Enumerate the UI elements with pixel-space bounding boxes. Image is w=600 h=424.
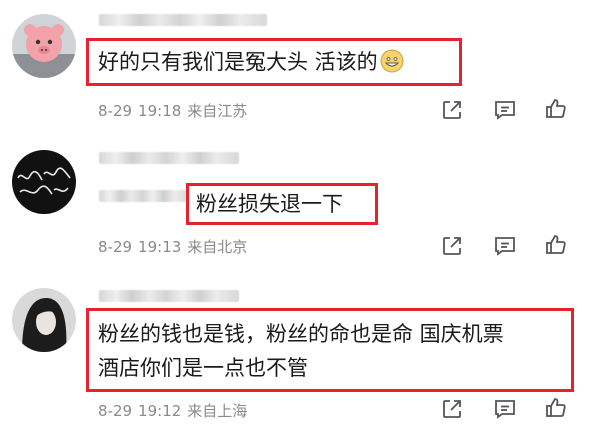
comment-location: 来自北京	[187, 238, 248, 256]
handwriting-avatar-icon	[12, 150, 76, 214]
username-redacted[interactable]	[99, 190, 189, 202]
comment-icon[interactable]	[493, 234, 517, 258]
username-redacted[interactable]	[99, 290, 239, 302]
comment-date: 8-29	[98, 402, 133, 420]
person-avatar-icon	[12, 288, 76, 352]
comment-location: 来自江苏	[187, 102, 248, 120]
avatar[interactable]	[12, 150, 76, 214]
comment-location: 来自上海	[187, 402, 248, 420]
comment-time: 19:13	[138, 238, 182, 256]
like-icon[interactable]	[544, 233, 568, 257]
avatar[interactable]	[12, 14, 76, 78]
comment-text: 粉丝的钱也是钱，粉丝的命也是命 国庆机票 酒店你们是一点也不管	[98, 317, 504, 385]
avatar[interactable]	[12, 288, 76, 352]
comment-body-line: 酒店你们是一点也不管	[98, 356, 308, 380]
comment-date: 8-29	[98, 238, 133, 256]
comment-icon[interactable]	[493, 397, 517, 421]
comment-text: 粉丝损失退一下	[196, 187, 343, 221]
comment-meta: 8-29 19:12 来自上海	[98, 400, 253, 421]
share-icon[interactable]	[440, 234, 464, 258]
comment-item: 粉丝的钱也是钱，粉丝的命也是命 国庆机票 酒店你们是一点也不管 8-29 19:1…	[0, 278, 600, 424]
comment-body: 好的只有我们是冤大头 活该的	[98, 50, 378, 74]
like-icon[interactable]	[544, 97, 568, 121]
username-redacted[interactable]	[99, 14, 267, 26]
share-icon[interactable]	[440, 98, 464, 122]
comment-body-line: 粉丝的钱也是钱，粉丝的命也是命 国庆机票	[98, 322, 504, 346]
comment-date: 8-29	[98, 102, 133, 120]
share-icon[interactable]	[440, 397, 464, 421]
like-icon[interactable]	[544, 396, 568, 420]
comment-text: 好的只有我们是冤大头 活该的	[98, 45, 404, 79]
comment-meta: 8-29 19:18 来自江苏	[98, 100, 253, 121]
comment-meta: 8-29 19:13 来自北京	[98, 236, 253, 257]
bear-avatar-icon	[12, 14, 76, 78]
comment-time: 19:18	[138, 102, 182, 120]
comment-item: 好的只有我们是冤大头 活该的 8-29 19:18 来自江苏	[0, 0, 600, 130]
comment-time: 19:12	[138, 402, 182, 420]
face-with-wide-smile-icon	[380, 49, 404, 73]
comment-item: 粉丝损失退一下 8-29 19:13 来自北京	[0, 130, 600, 278]
comment-body: 粉丝损失退一下	[196, 192, 343, 216]
username-redacted[interactable]	[99, 152, 239, 164]
comment-icon[interactable]	[493, 98, 517, 122]
